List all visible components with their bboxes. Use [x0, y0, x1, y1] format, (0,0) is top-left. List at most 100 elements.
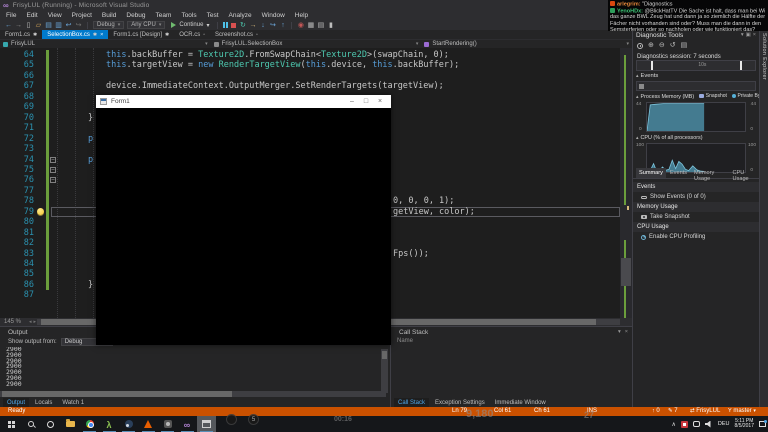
memory-window-icon[interactable]: ▦ — [307, 21, 315, 30]
menu-view[interactable]: View — [48, 11, 62, 20]
save-all-icon[interactable]: ▥ — [55, 21, 62, 30]
memory-section-header[interactable]: ▴ Process Memory (MB) Snapshot Private By… — [636, 93, 767, 100]
editor-zoom-level[interactable]: 145 % — [4, 319, 28, 325]
output-horizontal-scrollbar[interactable] — [0, 391, 386, 397]
pin-icon[interactable]: ▣ — [746, 32, 751, 38]
tab-form1-cs-design-[interactable]: Form1.cs [Design] ✱ — [108, 30, 174, 39]
scroll-left-icon[interactable]: ◂ — [29, 319, 32, 325]
enable-cpu-profiling-link[interactable]: Enable CPU Profiling — [633, 232, 760, 242]
open-file-icon[interactable]: ▱ — [35, 21, 42, 30]
cpu-section-header[interactable]: ▴ CPU (% of all processors) — [636, 135, 703, 141]
recording-tray-icon[interactable] — [680, 420, 688, 428]
chevron-down-icon[interactable]: ▾ — [618, 329, 621, 335]
diag-tab-cpu-usage[interactable]: CPU Usage — [730, 168, 761, 182]
redo-icon[interactable]: ↪ — [75, 21, 82, 30]
take-snapshot-link[interactable]: Take Snapshot — [633, 212, 760, 222]
menu-window[interactable]: Window — [262, 11, 285, 20]
debug-config-dropdown[interactable]: Debug ▾ — [93, 21, 125, 29]
chevron-down-icon[interactable]: ▾ — [741, 32, 744, 38]
stop-debug-icon[interactable] — [231, 22, 237, 28]
scrollbar-thumb[interactable] — [382, 351, 387, 359]
menu-edit[interactable]: Edit — [26, 11, 37, 20]
menu-build[interactable]: Build — [102, 11, 116, 20]
collapse-box-icon[interactable]: – — [50, 166, 56, 173]
chevron-down-icon[interactable]: ▾ — [627, 41, 630, 47]
taskbar-steam-button[interactable] — [119, 416, 138, 432]
breakpoints-window-icon[interactable]: ◉ — [297, 21, 304, 30]
navigate-back-icon[interactable]: ← — [5, 21, 12, 30]
step-into-icon[interactable]: ↓ — [259, 21, 266, 30]
solution-explorer-side-tab[interactable]: Solution Explorer — [761, 33, 767, 80]
settings-gear-icon[interactable] — [637, 42, 643, 49]
scrollbar-thumb[interactable] — [2, 391, 232, 397]
close-icon[interactable]: × — [753, 32, 756, 38]
menu-analyze[interactable]: Analyze — [229, 11, 252, 20]
collapse-box-icon[interactable]: – — [50, 156, 56, 163]
menu-project[interactable]: Project — [72, 11, 92, 20]
new-file-icon[interactable]: ▯ — [25, 21, 32, 30]
chevron-down-icon[interactable]: ▾ — [205, 41, 208, 47]
git-edit-count[interactable]: ✎ 7 — [668, 408, 678, 415]
timeline-marker[interactable] — [739, 61, 742, 70]
collapse-box-icon[interactable]: – — [50, 177, 56, 184]
tray-expand-icon[interactable]: ∧ — [672, 421, 676, 428]
action-center-icon[interactable] — [759, 420, 767, 427]
language-indicator[interactable]: DEU — [718, 421, 730, 427]
bookmark-icon[interactable]: ▮ — [327, 21, 334, 30]
show-events-link[interactable]: Show Events (0 of 0) — [633, 192, 760, 202]
taskbar-start-button[interactable] — [2, 416, 21, 432]
git-push-count[interactable]: ↑ 0 — [652, 408, 660, 415]
diag-tab-memory-usage[interactable]: Memory Usage — [691, 168, 728, 182]
step-over-icon[interactable]: ↪ — [269, 21, 276, 30]
close-icon[interactable]: × — [625, 329, 628, 335]
platform-dropdown[interactable]: Any CPU ▾ — [127, 21, 166, 29]
show-next-statement-icon[interactable]: → — [249, 21, 256, 30]
zoom-in-icon[interactable]: ⊕ — [648, 42, 654, 50]
zoom-out-icon[interactable]: ⊖ — [659, 42, 665, 50]
git-repo[interactable]: ⇄ FrisyLUL — [690, 408, 720, 415]
report-icon[interactable]: ▤ — [681, 42, 688, 50]
close-icon[interactable]: × — [100, 32, 103, 38]
tab-screenshot-cs[interactable]: Screenshot.cs ▫ — [210, 30, 263, 39]
tab-ocr-cs[interactable]: OCR.cs ▫ — [174, 30, 210, 39]
events-section-label[interactable]: ▴ Events — [636, 73, 658, 79]
diag-tab-events[interactable]: Events — [667, 168, 690, 178]
menu-file[interactable]: File — [6, 11, 16, 20]
chat-tray-icon[interactable] — [692, 421, 700, 427]
taskbar-file-explorer-button[interactable] — [61, 416, 80, 432]
diag-tab-summary[interactable]: Summary — [636, 168, 666, 178]
diagnostics-timeline-ruler[interactable]: 10s — [636, 60, 756, 71]
output-vertical-scrollbar[interactable] — [381, 349, 388, 393]
taskbar-clock[interactable]: 5:11 PM 8/5/2017 — [735, 418, 754, 430]
navigate-forward-icon[interactable]: → — [15, 21, 22, 30]
taskbar-half-life-lambda-button[interactable] — [100, 416, 119, 432]
form1-title-bar[interactable]: Form1 – □ × — [96, 95, 391, 108]
taskbar-form1-app-button[interactable] — [197, 416, 216, 432]
editor-vertical-scrollbar[interactable] — [620, 48, 632, 318]
pause-icon[interactable] — [223, 22, 229, 28]
taskbar-chrome-button[interactable] — [80, 416, 99, 432]
taskbar-cortana-button[interactable] — [41, 416, 60, 432]
timeline-marker[interactable] — [651, 61, 654, 70]
menu-test[interactable]: Test — [207, 11, 219, 20]
menu-help[interactable]: Help — [295, 11, 308, 20]
taskbar-paint-app-button[interactable] — [158, 416, 177, 432]
menu-tools[interactable]: Tools — [181, 11, 196, 20]
reset-view-icon[interactable]: ↺ — [670, 42, 676, 50]
form1-client-area[interactable] — [96, 108, 391, 345]
tab-form1-cs[interactable]: Form1.cs ✱ — [0, 30, 42, 39]
close-button[interactable]: × — [373, 96, 387, 108]
maximize-button[interactable]: □ — [359, 96, 373, 108]
step-out-icon[interactable]: ↑ — [279, 21, 286, 30]
continue-button[interactable]: Continue ▾ — [168, 21, 212, 29]
volume-icon[interactable] — [704, 420, 711, 428]
chevron-down-icon[interactable]: ▾ — [416, 41, 419, 47]
scroll-right-icon[interactable]: ▸ — [34, 319, 37, 325]
taskbar-search-button[interactable] — [22, 416, 41, 432]
undo-icon[interactable]: ↩ — [65, 21, 72, 30]
taskbar-visual-studio-button[interactable] — [178, 416, 197, 432]
scrollbar-thumb[interactable] — [621, 258, 631, 286]
minimize-button[interactable]: – — [345, 96, 359, 108]
git-branch[interactable]: Y master ▾ — [728, 408, 756, 415]
immediate-window-icon[interactable]: ▤ — [317, 21, 325, 30]
